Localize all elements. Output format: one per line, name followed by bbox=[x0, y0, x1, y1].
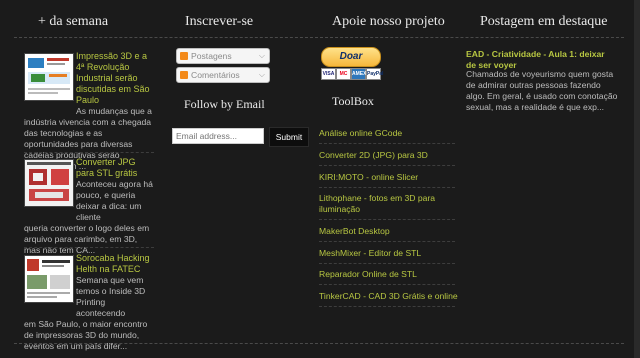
divider bbox=[24, 152, 154, 153]
divider bbox=[14, 37, 624, 38]
subscribe-comments-label: Comentários bbox=[191, 70, 240, 80]
subscribe-posts-dropdown[interactable]: Postagens ⌵ bbox=[176, 48, 270, 64]
donate-button[interactable]: Doar bbox=[321, 47, 381, 67]
rss-icon bbox=[180, 52, 188, 60]
divider bbox=[319, 241, 455, 242]
email-field[interactable] bbox=[172, 128, 264, 144]
toolbox-link[interactable]: Reparador Online de STL bbox=[319, 269, 455, 280]
featured-post-snippet: Chamados de voyeurismo quem gosta de adm… bbox=[466, 69, 618, 112]
post-thumbnail[interactable] bbox=[24, 53, 74, 101]
post-thumbnail[interactable] bbox=[24, 159, 74, 207]
post-title-link[interactable]: Converter JPG para STL grátis bbox=[76, 157, 154, 179]
footer-widgets: + da semana Impressão 3D e a 4ª Revoluçã… bbox=[0, 0, 640, 358]
divider bbox=[319, 187, 455, 188]
toolbox-link[interactable]: Análise online GCode bbox=[319, 128, 455, 139]
divider bbox=[24, 247, 154, 248]
divider bbox=[319, 284, 455, 285]
toolbox-link[interactable]: Lithophane - fotos em 3D para iluminação bbox=[319, 193, 439, 215]
divider bbox=[319, 143, 455, 144]
chevron-down-icon: ⌵ bbox=[258, 70, 265, 79]
subscribe-comments-dropdown[interactable]: Comentários ⌵ bbox=[176, 67, 270, 83]
toolbox-link[interactable]: KIRI:MOTO - online Slicer bbox=[319, 172, 455, 183]
chevron-down-icon: ⌵ bbox=[258, 51, 265, 60]
post-snippet: As mudanças que a bbox=[76, 106, 152, 116]
divider bbox=[319, 306, 455, 307]
paypal-icon: PayPal bbox=[366, 68, 383, 80]
toolbox-link[interactable]: TinkerCAD - CAD 3D Grátis e online bbox=[319, 291, 469, 302]
featured-post-title-link[interactable]: EAD - Criatividade - Aula 1: deixar de s… bbox=[466, 49, 616, 71]
post-snippet: queria converter o logo deles em arquivo… bbox=[24, 223, 150, 255]
submit-button[interactable]: Submit bbox=[269, 127, 309, 147]
follow-by-email-title: Follow by Email bbox=[184, 97, 265, 111]
toolbox-link[interactable]: Converter 2D (JPG) para 3D bbox=[319, 150, 455, 161]
divider bbox=[319, 263, 455, 264]
mastercard-icon: MC bbox=[336, 68, 351, 80]
rss-icon bbox=[180, 71, 188, 79]
popular-post: Sorocaba Hacking Helth na FATEC Semana q… bbox=[24, 253, 154, 352]
post-title-link[interactable]: Sorocaba Hacking Helth na FATEC bbox=[76, 253, 154, 275]
post-title-link[interactable]: Impressão 3D e a 4ª Revolução Industrial… bbox=[76, 51, 154, 106]
visa-icon: VISA bbox=[321, 68, 336, 80]
popular-post: Impressão 3D e a 4ª Revolução Industrial… bbox=[24, 51, 154, 172]
widget-title: Postagem em destaque bbox=[480, 14, 608, 29]
amex-icon: AMEX bbox=[351, 68, 366, 80]
widget-title: + da semana bbox=[38, 14, 109, 29]
post-snippet: Aconteceu agora há pouco, e queria deixa… bbox=[76, 179, 153, 222]
divider bbox=[319, 219, 455, 220]
toolbox-link[interactable]: MeshMixer - Editor de STL bbox=[319, 248, 455, 259]
paypal-donate-button[interactable]: Doar VISA MC AMEX PayPal bbox=[319, 47, 383, 81]
payment-cards: VISA MC AMEX PayPal bbox=[321, 68, 383, 80]
scrollbar[interactable] bbox=[634, 0, 640, 358]
widget-title: Inscrever-se bbox=[185, 14, 254, 29]
popular-post: Converter JPG para STL grátis Aconteceu … bbox=[24, 157, 154, 256]
toolbox-link[interactable]: MakerBot Desktop bbox=[319, 226, 455, 237]
subscribe-posts-label: Postagens bbox=[191, 51, 232, 61]
toolbox-title: ToolBox bbox=[332, 94, 374, 108]
post-snippet: Semana que vem temos o Inside 3D Printin… bbox=[76, 275, 146, 318]
widget-title: Apoie nosso projeto bbox=[332, 14, 445, 29]
post-thumbnail[interactable] bbox=[24, 255, 74, 303]
post-snippet: em São Paulo, o maior encontro de impres… bbox=[24, 319, 148, 351]
divider bbox=[319, 165, 455, 166]
